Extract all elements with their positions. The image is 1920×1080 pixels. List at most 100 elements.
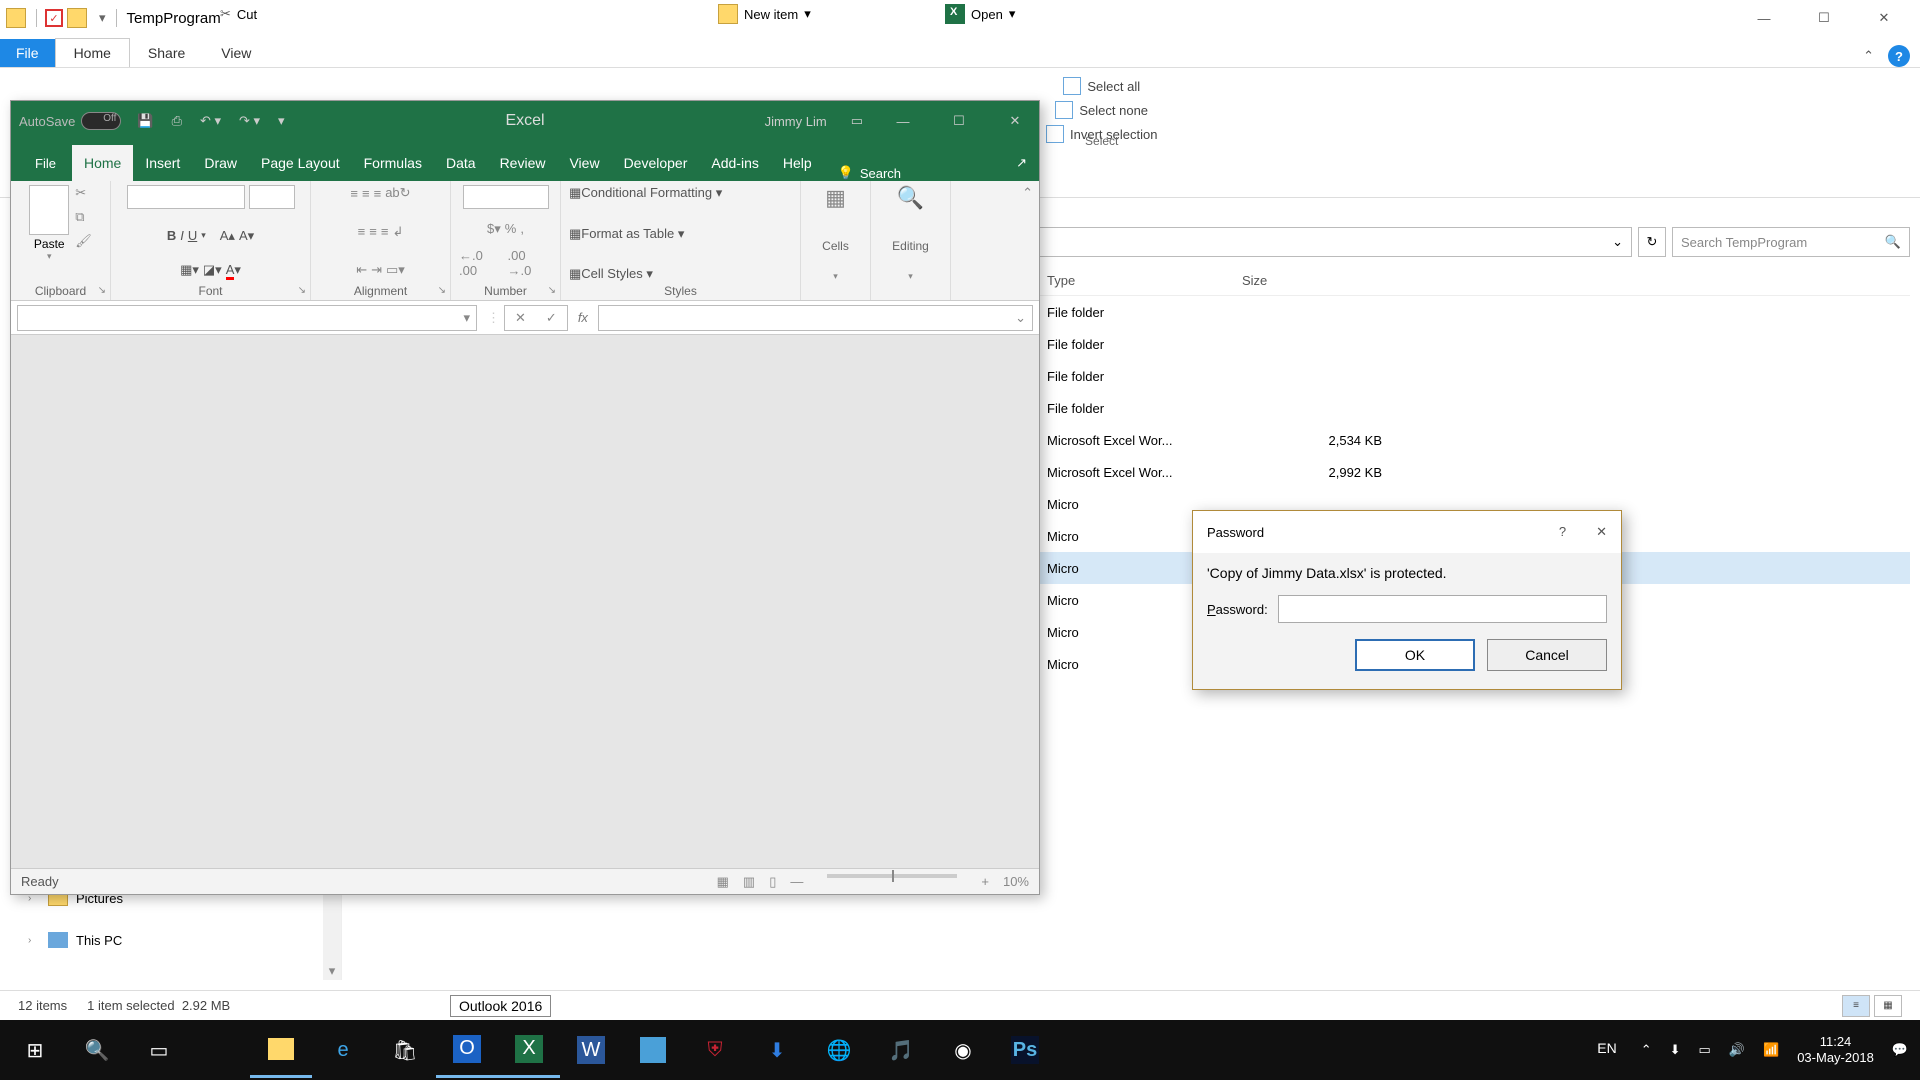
volume-icon[interactable]: 🔊 xyxy=(1729,1042,1745,1058)
copy-icon[interactable]: ⧉ xyxy=(75,209,92,225)
fill-color-button[interactable]: ◪▾ xyxy=(203,262,222,278)
close-button[interactable]: ✕ xyxy=(1854,0,1914,36)
tell-me-search[interactable]: 💡Search xyxy=(826,165,913,181)
word-taskbar[interactable]: W xyxy=(560,1022,622,1078)
percent-icon[interactable]: % xyxy=(505,221,517,236)
enter-formula-icon[interactable]: ✓ xyxy=(546,310,557,326)
zoom-out-icon[interactable]: — xyxy=(790,874,803,890)
tab-help[interactable]: Help xyxy=(771,145,824,181)
clock[interactable]: 11:24 03-May-2018 xyxy=(1797,1034,1874,1065)
align-left-icon[interactable]: ≡ xyxy=(358,224,366,239)
tab-page-layout[interactable]: Page Layout xyxy=(249,145,352,181)
nav-this-pc[interactable]: › This PC xyxy=(10,928,341,952)
store-taskbar[interactable]: 🛍 xyxy=(374,1022,436,1078)
decrease-font-icon[interactable]: A▾ xyxy=(239,228,254,244)
maximize-button[interactable]: ☐ xyxy=(943,113,975,129)
file-explorer-taskbar[interactable] xyxy=(250,1022,312,1078)
new-item-button[interactable]: New item ▾ xyxy=(718,4,811,24)
conditional-formatting-button[interactable]: ▦Conditional Formatting ▾ xyxy=(569,185,722,201)
share-button[interactable]: ↗ xyxy=(1004,145,1039,181)
password-input[interactable] xyxy=(1278,595,1607,623)
touch-mode-icon[interactable]: ⎙ xyxy=(172,113,182,129)
underline-button[interactable]: U xyxy=(188,228,197,243)
tray-overflow-icon[interactable]: ⌃ xyxy=(1641,1042,1652,1058)
wifi-icon[interactable]: 📶 xyxy=(1763,1042,1779,1058)
undo-icon[interactable]: ↶ ▾ xyxy=(200,113,221,129)
zoom-level[interactable]: 10% xyxy=(1003,874,1029,890)
chevron-down-icon[interactable]: ⌄ xyxy=(1612,234,1623,250)
view-icons-button[interactable]: ▦ xyxy=(1874,995,1902,1017)
italic-button[interactable]: I xyxy=(180,228,184,243)
outlook-taskbar[interactable]: O xyxy=(436,1022,498,1078)
qat-more-icon[interactable]: ▾ xyxy=(278,113,285,129)
open-button[interactable]: Open ▾ xyxy=(945,4,1015,24)
formula-bar[interactable]: ⌄ xyxy=(598,305,1033,331)
align-right-icon[interactable]: ≡ xyxy=(381,224,389,239)
fx-icon[interactable]: fx xyxy=(578,310,588,325)
tab-file[interactable]: File xyxy=(19,146,72,181)
orientation-icon[interactable]: ab↻ xyxy=(385,185,410,201)
qat-checkbox-icon[interactable]: ✓ xyxy=(45,9,63,27)
scroll-down-icon[interactable]: ▾ xyxy=(323,962,341,980)
task-view-button[interactable]: ▭ xyxy=(128,1022,190,1078)
ok-button[interactable]: OK xyxy=(1355,639,1475,671)
select-none-button[interactable]: Select none xyxy=(1055,98,1148,122)
action-center-icon[interactable]: 💬 xyxy=(1892,1042,1908,1058)
font-size-select[interactable] xyxy=(249,185,295,209)
paste-icon[interactable] xyxy=(29,185,69,235)
dropbox-tray-icon[interactable]: ⬇ xyxy=(1670,1042,1681,1058)
tab-file[interactable]: File xyxy=(0,39,55,67)
redo-icon[interactable]: ↷ ▾ xyxy=(239,113,260,129)
tab-add-ins[interactable]: Add-ins xyxy=(699,145,770,181)
start-button[interactable]: ⊞ xyxy=(4,1022,66,1078)
excel-taskbar[interactable]: X xyxy=(498,1022,560,1078)
find-select-icon[interactable]: 🔍 xyxy=(897,185,924,211)
dialog-launcher-icon[interactable]: ↘ xyxy=(298,285,306,296)
search-input[interactable]: Search TempProgram 🔍 xyxy=(1672,227,1910,257)
increase-decimal-icon[interactable]: ←.0 .00 xyxy=(459,248,504,278)
chevron-right-icon[interactable]: › xyxy=(28,935,40,946)
name-box[interactable]: ▾ xyxy=(17,305,477,331)
chrome-taskbar[interactable]: ◉ xyxy=(932,1022,994,1078)
tab-home[interactable]: Home xyxy=(72,145,133,181)
font-color-button[interactable]: A▾ xyxy=(226,262,241,278)
increase-font-icon[interactable]: A▴ xyxy=(220,228,235,244)
cancel-formula-icon[interactable]: ✕ xyxy=(515,310,526,326)
tab-data[interactable]: Data xyxy=(434,145,488,181)
cell-styles-button[interactable]: ▦Cell Styles ▾ xyxy=(569,266,653,282)
help-icon[interactable]: ? xyxy=(1888,45,1910,67)
col-type[interactable]: Type xyxy=(1047,273,1242,288)
maximize-button[interactable]: ☐ xyxy=(1794,0,1854,36)
search-button[interactable]: 🔍 xyxy=(66,1022,128,1078)
decrease-indent-icon[interactable]: ⇤ xyxy=(356,262,367,278)
comma-icon[interactable]: , xyxy=(520,221,524,236)
view-details-button[interactable]: ≡ xyxy=(1842,995,1870,1017)
align-middle-icon[interactable]: ≡ xyxy=(362,186,370,201)
account-name[interactable]: Jimmy Lim xyxy=(765,114,827,129)
zoom-slider[interactable] xyxy=(827,874,957,878)
dialog-launcher-icon[interactable]: ↘ xyxy=(548,285,556,296)
cut-button[interactable]: ✂ Cut xyxy=(220,6,257,22)
minimize-button[interactable]: — xyxy=(1734,0,1794,36)
col-size[interactable]: Size xyxy=(1242,273,1412,288)
collapse-ribbon-icon[interactable]: ⌃ xyxy=(1022,185,1033,201)
tab-home[interactable]: Home xyxy=(55,38,130,67)
autosave-toggle[interactable]: AutoSave xyxy=(19,112,121,130)
tab-formulas[interactable]: Formulas xyxy=(352,145,434,181)
dialog-launcher-icon[interactable]: ↘ xyxy=(438,285,446,296)
battery-icon[interactable]: ▭ xyxy=(1699,1042,1711,1058)
tab-view[interactable]: View xyxy=(557,145,611,181)
qat-dropdown-icon[interactable]: ▾ xyxy=(99,10,106,26)
page-break-view-icon[interactable]: ▯ xyxy=(769,874,776,890)
ribbon-collapse-icon[interactable]: ⌃ xyxy=(1863,48,1874,64)
photoshop-taskbar[interactable]: Ps xyxy=(994,1022,1056,1078)
app-taskbar-3[interactable]: 🎵 xyxy=(870,1022,932,1078)
edge-taskbar[interactable]: e xyxy=(312,1022,374,1078)
close-button[interactable]: ✕ xyxy=(999,113,1031,129)
ribbon-display-icon[interactable]: ▭ xyxy=(851,113,863,129)
tab-insert[interactable]: Insert xyxy=(133,145,192,181)
app-taskbar-2[interactable]: 🌐 xyxy=(808,1022,870,1078)
cut-icon[interactable]: ✂ xyxy=(75,185,92,201)
normal-view-icon[interactable]: ▦ xyxy=(717,874,729,890)
format-painter-icon[interactable]: 🖌 xyxy=(75,233,92,249)
